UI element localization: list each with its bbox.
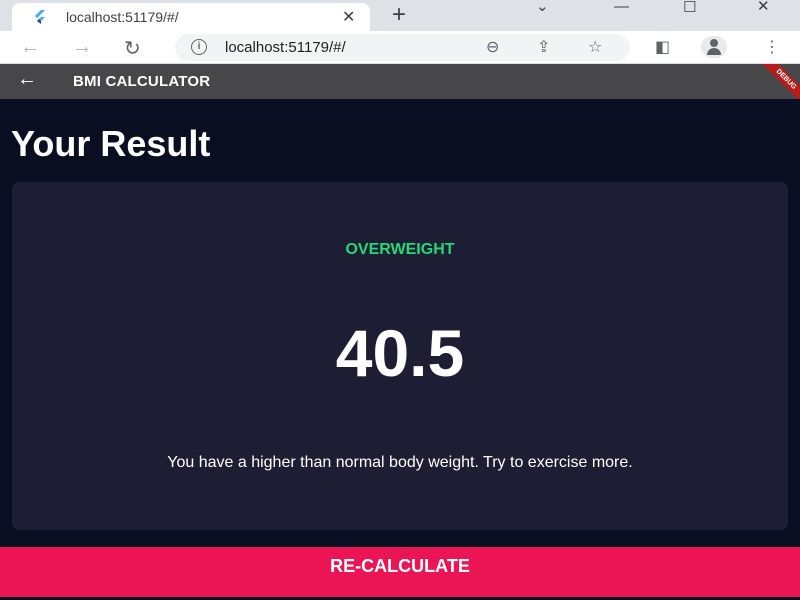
close-window-icon[interactable]: ✕	[757, 0, 770, 15]
bookmark-star-icon[interactable]: ☆	[588, 37, 602, 57]
tab-search-icon[interactable]: ⌄	[536, 0, 549, 15]
back-arrow-icon[interactable]: ←	[17, 68, 37, 91]
profile-head	[710, 39, 718, 47]
new-tab-icon[interactable]: +	[392, 1, 406, 29]
browser-tab[interactable]: localhost:51179/#/ ✕	[12, 3, 370, 31]
bmi-status: OVERWEIGHT	[345, 241, 455, 258]
recalculate-button[interactable]: RE-CALCULATE	[0, 547, 800, 597]
browser-toolbar: ← → ↻ i localhost:51179/#/ ⊖ ⇪ ☆ ◧ ⋮	[0, 31, 800, 64]
side-panel-icon[interactable]: ◧	[655, 37, 670, 57]
forward-nav-icon[interactable]: →	[72, 36, 92, 59]
minimize-icon[interactable]: —	[614, 0, 629, 15]
reload-icon[interactable]: ↻	[124, 36, 141, 61]
share-icon[interactable]: ⇪	[537, 37, 550, 57]
tab-title: localhost:51179/#/	[66, 9, 179, 25]
zoom-icon[interactable]: ⊖	[486, 37, 499, 57]
menu-kebab-icon[interactable]: ⋮	[764, 37, 780, 57]
result-card: OVERWEIGHT 40.5 You have a higher than n…	[12, 182, 788, 530]
app-bar: ← BMI CALCULATOR DEBUG	[0, 64, 800, 99]
browser-tab-strip: localhost:51179/#/ ✕ + ⌄ — ☐ ✕	[0, 0, 800, 31]
page-title: Your Result	[11, 123, 211, 164]
url-text[interactable]: localhost:51179/#/	[225, 39, 346, 56]
profile-body	[707, 48, 721, 55]
debug-banner: DEBUG	[750, 64, 800, 99]
bmi-advice: You have a higher than normal body weigh…	[167, 454, 633, 471]
profile-avatar[interactable]	[701, 36, 727, 58]
bmi-value: 40.5	[335, 316, 465, 390]
flutter-icon	[35, 10, 45, 24]
back-nav-icon[interactable]: ←	[20, 36, 40, 59]
app-title: BMI CALCULATOR	[73, 73, 211, 90]
close-tab-icon[interactable]: ✕	[342, 7, 355, 27]
site-info-icon[interactable]: i	[191, 39, 207, 55]
maximize-icon[interactable]: ☐	[683, 0, 696, 16]
address-bar[interactable]: i localhost:51179/#/ ⊖ ⇪ ☆	[175, 34, 630, 61]
